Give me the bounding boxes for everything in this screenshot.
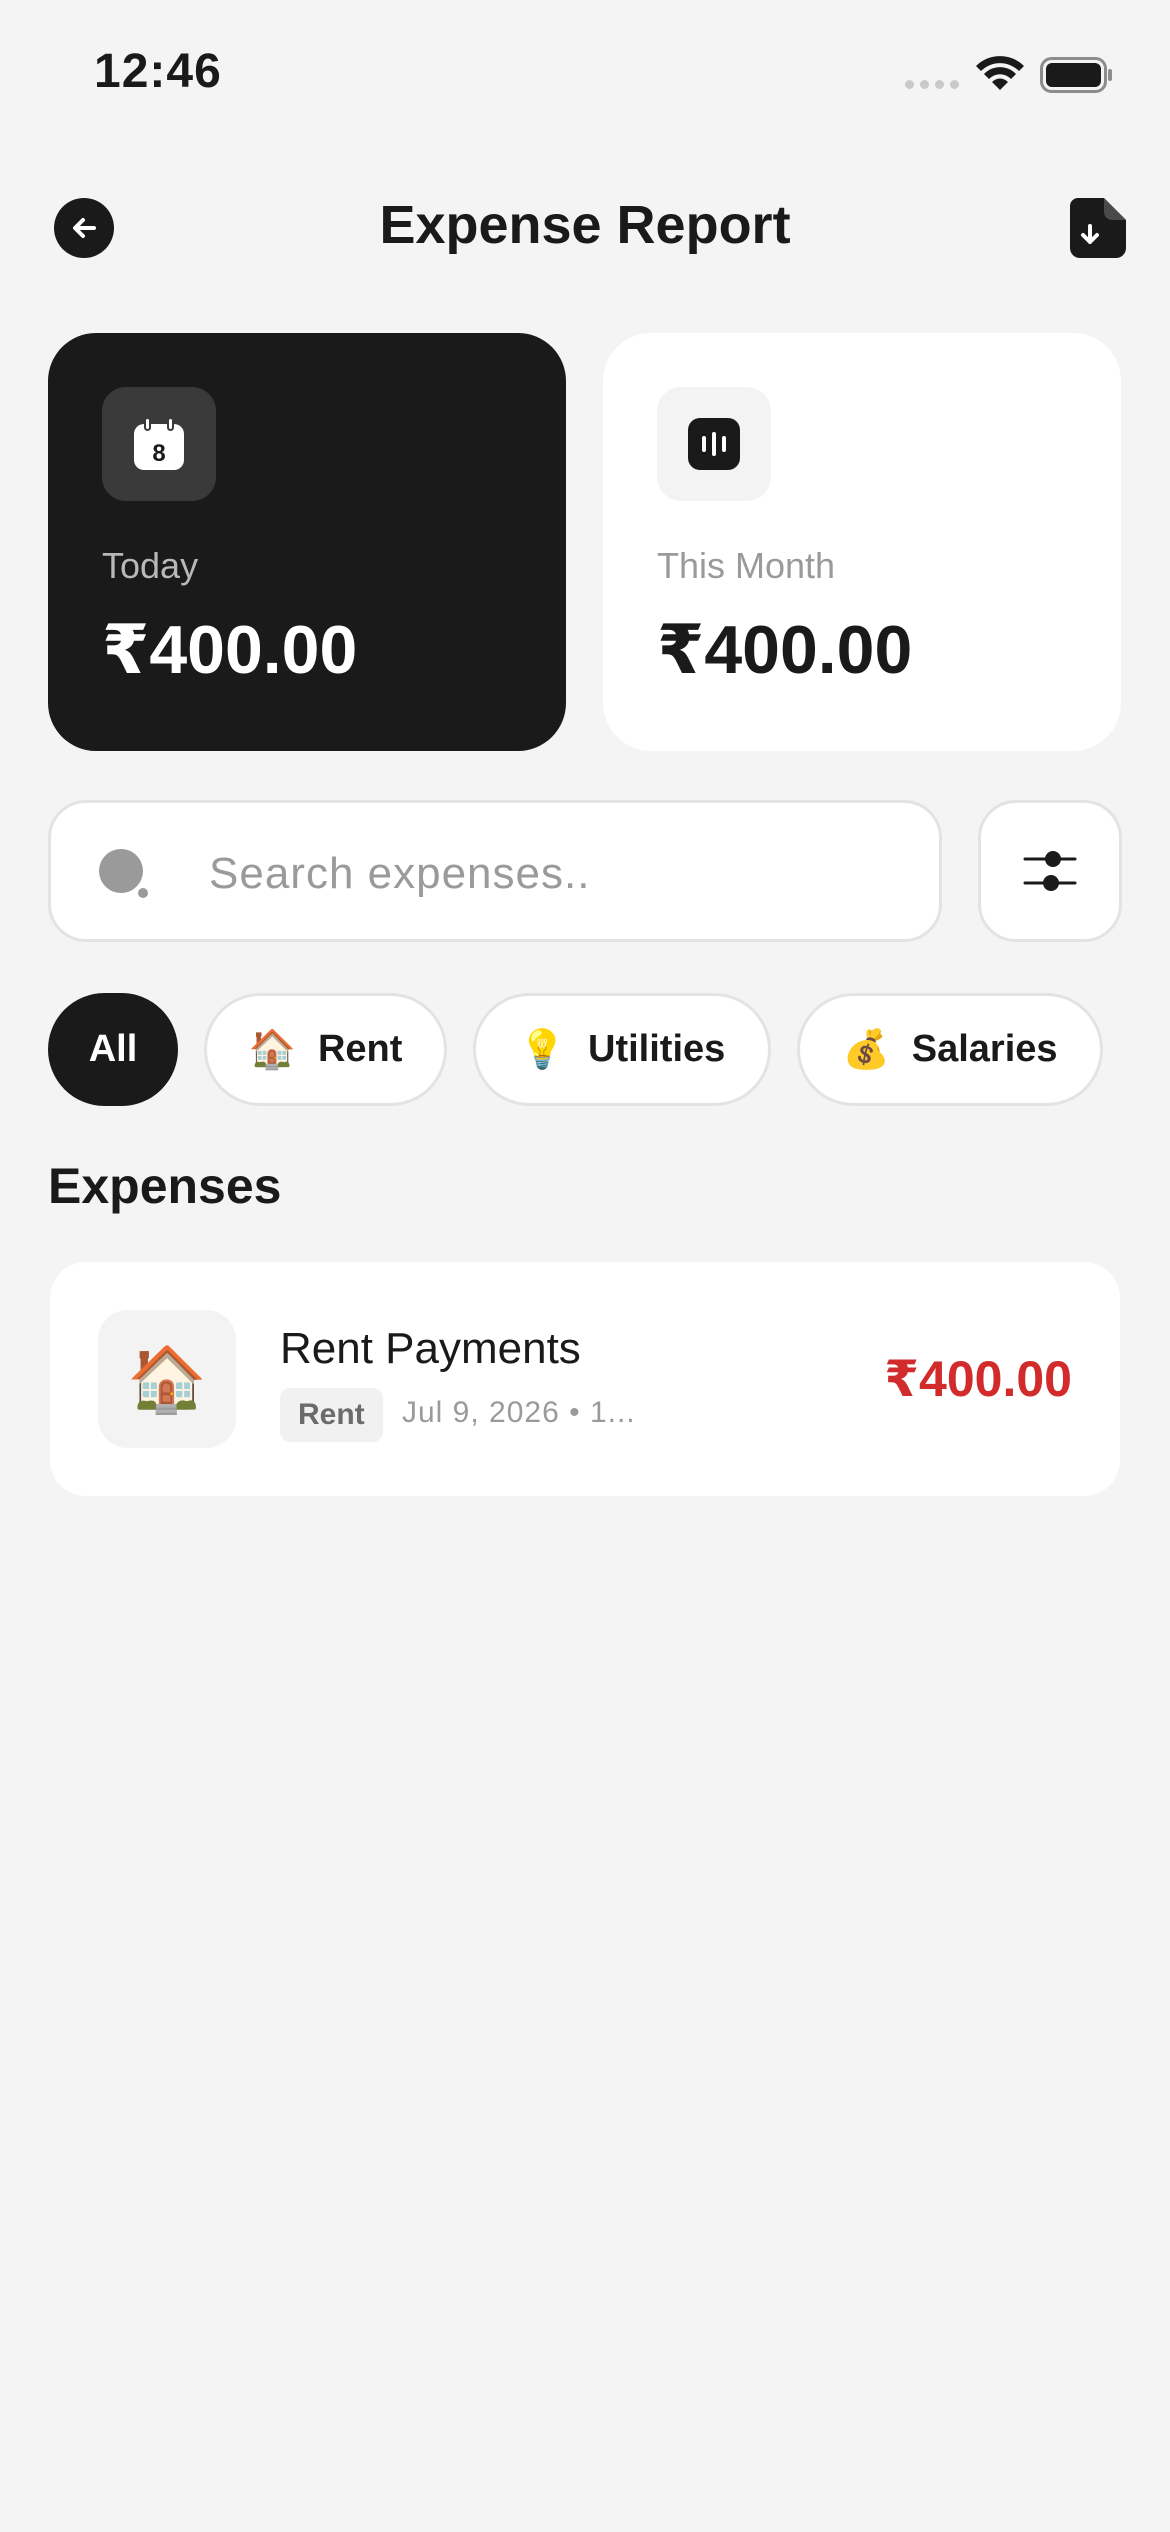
expense-meta: Jul 9, 2026 • 1... (402, 1396, 636, 1429)
month-summary-card[interactable]: This Month ₹400.00 (603, 333, 1121, 751)
section-title-expenses: Expenses (48, 1158, 282, 1214)
month-label: This Month (657, 545, 836, 586)
today-summary-card[interactable]: 8 Today ₹400.00 (48, 333, 566, 751)
month-value: ₹400.00 (657, 612, 913, 688)
page-title: Expense Report (379, 195, 791, 255)
expense-category-tag: Rent (280, 1388, 383, 1442)
money-bag-icon: 💰 (842, 1027, 890, 1071)
filter-chip-label: Salaries (911, 1028, 1058, 1070)
header: Expense Report (0, 180, 1170, 270)
calendar-icon: 8 (134, 417, 184, 470)
battery-icon (1040, 57, 1112, 93)
today-label: Today (102, 545, 199, 586)
expense-amount: ₹400.00 (884, 1351, 1072, 1407)
search-placeholder: Search expenses.. (209, 849, 591, 898)
wifi-icon (976, 56, 1024, 90)
status-bar: 12:46 (0, 0, 1170, 150)
filter-chip-label: All (88, 1028, 138, 1070)
download-report-icon[interactable] (1068, 196, 1128, 258)
expense-list-item[interactable]: 🏠 Rent Payments Rent Jul 9, 2026 • 1... … (50, 1262, 1120, 1496)
status-time: 12:46 (94, 45, 222, 98)
month-icon-box (657, 387, 771, 501)
today-value: ₹400.00 (102, 612, 358, 688)
filter-chip-rent[interactable]: 🏠 Rent (204, 993, 447, 1106)
lightbulb-icon: 💡 (518, 1027, 567, 1071)
filter-chip-label: Rent (317, 1028, 403, 1070)
filter-chip-utilities[interactable]: 💡 Utilities (473, 993, 771, 1106)
search-icon (99, 849, 148, 898)
calendar-day-number: 8 (152, 440, 165, 467)
sliders-icon (1023, 851, 1077, 891)
filter-chip-label: Utilities (588, 1028, 726, 1070)
filter-settings-button[interactable] (978, 800, 1122, 942)
expense-title: Rent Payments (280, 1324, 581, 1373)
house-icon: 🏠 (248, 1027, 296, 1071)
house-icon: 🏠 (98, 1310, 236, 1448)
filter-chip-salaries[interactable]: 💰 Salaries (797, 993, 1103, 1106)
today-icon-box: 8 (102, 387, 216, 501)
bar-chart-icon (688, 418, 740, 470)
filter-chip-all[interactable]: All (48, 993, 178, 1106)
cellular-signal-icon (905, 80, 959, 89)
search-input[interactable]: Search expenses.. (48, 800, 942, 942)
